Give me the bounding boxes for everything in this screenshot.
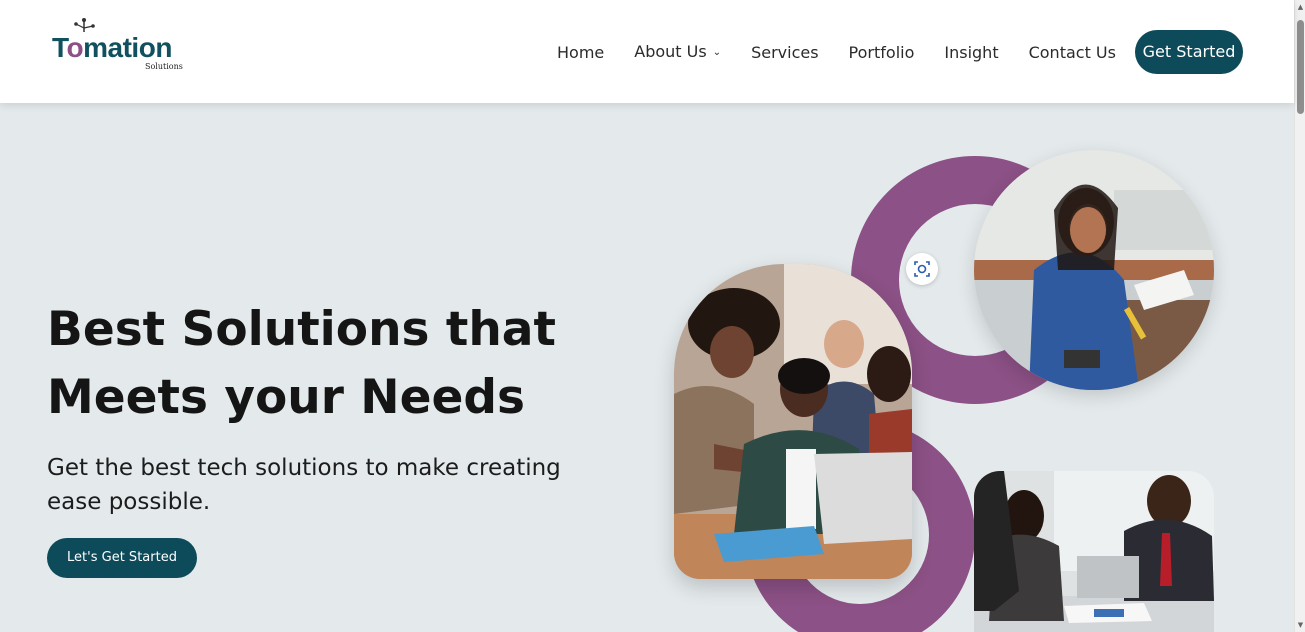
nav-contact-us[interactable]: Contact Us (1029, 42, 1116, 64)
get-started-button[interactable]: Get Started (1135, 30, 1243, 74)
nav-about-us[interactable]: About Us ⌄ (634, 41, 721, 64)
scrollbar-thumb[interactable] (1297, 20, 1304, 114)
scroll-up-arrow-icon[interactable]: ▲ (1295, 0, 1305, 14)
logo-wordmark: Tomation (52, 32, 172, 63)
page-scrollbar[interactable]: ▲ ▼ (1294, 0, 1305, 632)
nav-services[interactable]: Services (751, 42, 818, 64)
site-header: Tomation Solutions Home About Us ⌄ Servic… (0, 0, 1294, 103)
nav-insight[interactable]: Insight (944, 42, 998, 64)
nav-home[interactable]: Home (557, 42, 604, 64)
logo-subtitle: Solutions (145, 62, 183, 71)
chevron-down-icon: ⌄ (712, 47, 722, 58)
scroll-down-arrow-icon[interactable]: ▼ (1295, 618, 1305, 632)
logo[interactable]: Tomation Solutions (52, 18, 194, 74)
main-nav: Home About Us ⌄ Services Portfolio Insigh… (557, 41, 1146, 64)
nav-about-us-label: About Us (634, 42, 707, 61)
nav-portfolio[interactable]: Portfolio (849, 42, 915, 64)
team-laptop-photo (674, 264, 912, 579)
woman-working-photo (974, 150, 1214, 390)
visual-search-icon[interactable] (906, 253, 938, 285)
business-meeting-photo (974, 471, 1214, 632)
